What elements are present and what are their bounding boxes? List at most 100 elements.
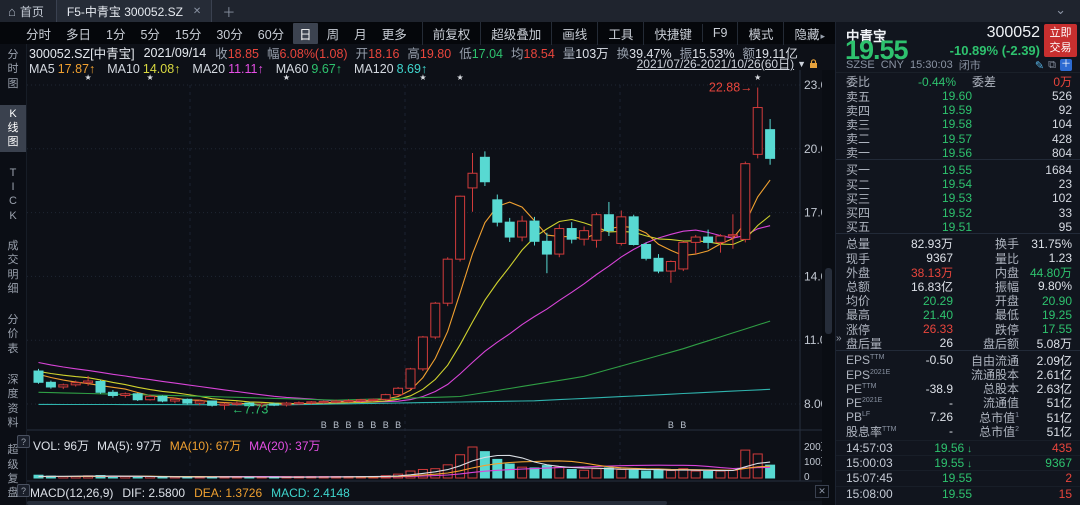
fin-row-value2: 51亿 [1019, 423, 1072, 440]
tick-price: 19.55 [908, 487, 990, 501]
bid-row[interactable]: 买二19.5423 [836, 176, 1080, 190]
info-field-label: 收 [215, 47, 228, 61]
tool-工具[interactable]: 工具 [597, 22, 643, 45]
bid-row[interactable]: 买三19.53102 [836, 190, 1080, 204]
tool-前复权[interactable]: 前复权 [422, 22, 481, 45]
fin-row-label1: PE2021E [846, 396, 900, 410]
vol-field-label: VOL: [33, 439, 64, 453]
ma-value: 9.67↑ [311, 62, 342, 76]
tool-快捷键[interactable]: 快捷键 [643, 22, 702, 45]
tick-row: 15:08:0019.5515 [836, 486, 1080, 501]
period-tab-15分[interactable]: 15分 [169, 23, 207, 44]
tick-price: 19.55 ↓ [908, 456, 990, 470]
tick-time: 15:07:45 [846, 471, 908, 485]
sidebar-item-分价表[interactable]: 分 价 表 [0, 311, 26, 358]
date-range-selector[interactable]: 2021/07/26-2021/10/26(60日) ▼ [637, 55, 818, 72]
fin-row: EPS2021E流通股本2.61亿 [836, 366, 1080, 380]
panel-collapse-arrow[interactable]: » [836, 333, 842, 344]
ask-row[interactable]: 卖四19.5992 [836, 102, 1080, 116]
tool-模式[interactable]: 模式 [737, 22, 783, 45]
kline-svg[interactable]: 23.0020.0017.0014.0011.008.00200万100万0★★… [27, 70, 835, 483]
horizontal-scrollbar-thumb[interactable] [27, 501, 667, 505]
vertical-scrollbar-thumb[interactable] [825, 268, 832, 334]
stat-row: 盘后量26盘后额5.08万 [836, 335, 1080, 349]
svg-text:B: B [345, 420, 351, 430]
bid-row[interactable]: 买五19.5195 [836, 218, 1080, 232]
fin-row-value1: - [900, 424, 953, 438]
info-field-value: 17.04 [472, 47, 503, 61]
macd-help-icon[interactable]: ? [17, 484, 30, 497]
add-icon[interactable]: ＋ [1060, 59, 1072, 71]
info-field-label: 低 [459, 47, 472, 61]
info-field-低: 低17.04 [459, 43, 503, 62]
ask-row[interactable]: 卖一19.56804 [836, 144, 1080, 158]
fin-row-label1: PETTM [846, 382, 900, 396]
svg-text:←7.73: ←7.73 [232, 403, 269, 417]
bid-price: 19.53 [890, 191, 998, 205]
svg-text:B: B [370, 420, 376, 430]
svg-text:B: B [333, 420, 339, 430]
stat-row: 总额16.83亿振幅9.80% [836, 278, 1080, 292]
tool-隐藏[interactable]: 隐藏▸ [783, 22, 835, 45]
sidebar-item-深度资料[interactable]: 深 度 资 料 [0, 371, 26, 432]
fin-row-label1: EPS2021E [846, 368, 900, 382]
close-icon[interactable]: ✕ [193, 6, 201, 17]
sidebar-item-K线图[interactable]: K 线 图 [0, 105, 26, 152]
ask-row[interactable]: 卖五19.60526 [836, 88, 1080, 102]
macd-field-label: MACD(12,26,9) [30, 486, 113, 500]
sidebar-item-TICK[interactable]: T I C K [0, 164, 26, 225]
overlay-icon[interactable]: ⧉ [1048, 59, 1056, 72]
period-tab-多日[interactable]: 多日 [60, 23, 97, 44]
vol-field-label: MA(20): [249, 439, 295, 453]
grid: 23.0020.0017.0014.0011.008.00200万100万0 [27, 70, 835, 483]
period-tab-周[interactable]: 周 [321, 23, 346, 44]
tool-超级叠加[interactable]: 超级叠加 [480, 22, 551, 45]
macd-indicator-row: MACD(12,26,9)DIF: 2.5800DEA: 1.3726MACD:… [30, 484, 838, 501]
help-glyph: ? [21, 486, 26, 496]
tool-画线[interactable]: 画线 [551, 22, 597, 45]
macd-pane-close-button[interactable]: ✕ [815, 485, 829, 498]
trade-now-button[interactable]: 立即交易 [1044, 24, 1077, 57]
sidebar-item-成交明细[interactable]: 成 交 明 细 [0, 237, 26, 298]
period-tab-1分[interactable]: 1分 [100, 23, 131, 44]
period-tab-月[interactable]: 月 [348, 23, 373, 44]
ask-price: 19.60 [890, 89, 998, 103]
ask-qty: 92 [998, 103, 1072, 117]
edit-icon[interactable]: ✎ [1035, 59, 1044, 72]
chevron-down-icon[interactable]: ⌄ [1055, 2, 1066, 18]
info-field-label: 幅 [267, 47, 280, 61]
bid-qty: 102 [998, 191, 1072, 205]
period-tab-分时[interactable]: 分时 [20, 23, 57, 44]
ask-row[interactable]: 卖三19.58104 [836, 116, 1080, 130]
period-tab-5分[interactable]: 5分 [134, 23, 165, 44]
tool-F9[interactable]: F9 [702, 24, 738, 42]
dropdown-icon[interactable]: ▼ [797, 59, 806, 69]
date-range-label[interactable]: 2021/07/26-2021/10/26(60日) [637, 55, 794, 72]
svg-text:B: B [321, 420, 327, 430]
new-tab-button[interactable]: ＋ [212, 0, 245, 22]
kline-chart: 23.0020.0017.0014.0011.008.00200万100万0★★… [27, 70, 835, 505]
macd-field-value: 2.5800 [148, 486, 185, 500]
tick-time: 14:57:03 [846, 441, 908, 455]
volume-help-icon[interactable]: ? [17, 435, 30, 448]
bid-row[interactable]: 买一19.551684 [836, 161, 1080, 175]
period-tab-日[interactable]: 日 [293, 23, 318, 44]
volume-fields: VOL: 96万MA(5): 97万MA(10): 67万MA(20): 37万 [33, 437, 329, 454]
lock-icon[interactable] [809, 59, 818, 69]
info-field-均: 均18.54 [511, 43, 555, 62]
period-tab-更多[interactable]: 更多 [376, 23, 413, 44]
stat-row-value2: 19.25 [1019, 308, 1072, 322]
period-tab-30分[interactable]: 30分 [210, 23, 248, 44]
stat-row-value2: 5.08万 [1019, 335, 1072, 352]
home-tab[interactable]: ⌂ 首页 [0, 0, 56, 22]
stat-row: 外盘38.13万内盘44.80万 [836, 264, 1080, 278]
bid-row[interactable]: 买四19.5233 [836, 204, 1080, 218]
ask-row[interactable]: 卖二19.57428 [836, 130, 1080, 144]
stock-tab[interactable]: F5-中青宝 300052.SZ ✕ [56, 0, 212, 22]
sidebar-item-分时图[interactable]: 分 时 图 [0, 46, 26, 93]
stat-row-label2: 盘后额 [953, 335, 1019, 352]
info-field-量: 量103万 [563, 43, 609, 62]
macd-fields: MACD(12,26,9)DIF: 2.5800DEA: 1.3726MACD:… [30, 486, 359, 500]
period-tab-60分[interactable]: 60分 [252, 23, 290, 44]
fin-row-value1: 7.26 [900, 410, 953, 424]
